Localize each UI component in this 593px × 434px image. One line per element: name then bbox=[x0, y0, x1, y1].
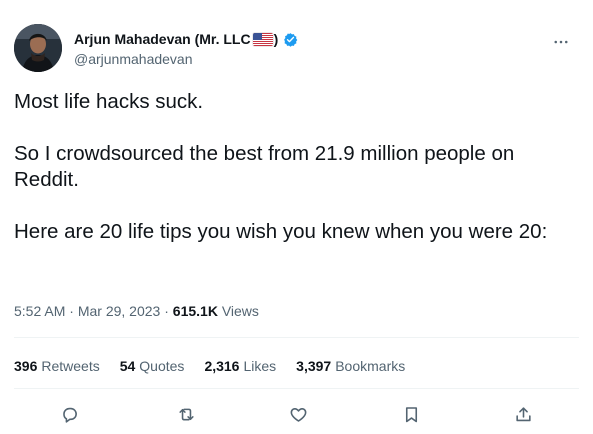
stats-top-divider bbox=[14, 337, 579, 338]
meta-separator: · bbox=[69, 303, 74, 319]
reply-button[interactable] bbox=[54, 401, 84, 427]
quotes-label: Quotes bbox=[139, 358, 185, 374]
likes-count: 2,316 bbox=[204, 358, 240, 374]
meta-separator: · bbox=[164, 303, 169, 319]
likes-stat[interactable]: 2,316 Likes bbox=[204, 358, 276, 374]
retweet-icon bbox=[178, 408, 194, 420]
tweet-text: Most life hacks suck. So I crowdsourced … bbox=[14, 89, 574, 245]
engagement-stats: 396 Retweets 54 Quotes 2,316 Likes 3,397… bbox=[14, 357, 425, 375]
tweet-card: Arjun Mahadevan (Mr. LLC ) @arjunmahadev… bbox=[0, 0, 593, 434]
us-flag-icon bbox=[252, 32, 273, 46]
bookmarks-count: 3,397 bbox=[296, 358, 332, 374]
author-name-row[interactable]: Arjun Mahadevan (Mr. LLC ) bbox=[74, 29, 298, 49]
tweet-date[interactable]: Mar 29, 2023 bbox=[78, 303, 161, 319]
retweets-label: Retweets bbox=[41, 358, 100, 374]
reply-icon bbox=[62, 407, 77, 423]
retweet-button[interactable] bbox=[171, 401, 201, 427]
retweets-count: 396 bbox=[14, 358, 38, 374]
more-options-button[interactable] bbox=[543, 24, 579, 60]
author-display-name[interactable]: Arjun Mahadevan (Mr. LLC bbox=[74, 31, 251, 47]
tweet-time[interactable]: 5:52 AM bbox=[14, 303, 65, 319]
bookmarks-label: Bookmarks bbox=[335, 358, 406, 374]
tweet-paragraph: So I crowdsourced the best from 21.9 mil… bbox=[14, 142, 515, 191]
verified-badge-icon bbox=[284, 32, 298, 47]
quotes-stat[interactable]: 54 Quotes bbox=[120, 358, 185, 374]
bookmarks-stat[interactable]: 3,397 Bookmarks bbox=[296, 358, 405, 374]
tweet-paragraph: Here are 20 life tips you wish you knew … bbox=[14, 220, 548, 243]
bookmark-icon bbox=[405, 406, 417, 422]
tweet-paragraph: Most life hacks suck. bbox=[14, 90, 204, 113]
views-label: Views bbox=[221, 303, 259, 319]
quotes-count: 54 bbox=[119, 358, 136, 374]
likes-label: Likes bbox=[243, 358, 277, 374]
views-count: 615.1K bbox=[172, 303, 218, 319]
like-button[interactable] bbox=[283, 401, 313, 427]
stats-bottom-divider bbox=[14, 388, 579, 389]
share-icon bbox=[515, 406, 531, 421]
avatar[interactable] bbox=[14, 24, 62, 72]
tweet-actions bbox=[42, 401, 554, 427]
author-handle[interactable]: @arjunmahadevan bbox=[74, 51, 298, 67]
share-button[interactable] bbox=[508, 401, 538, 427]
avatar-photo-icon bbox=[14, 24, 62, 72]
author-info: Arjun Mahadevan (Mr. LLC ) @arjunmahadev… bbox=[74, 29, 298, 73]
bookmark-button[interactable] bbox=[396, 401, 426, 427]
tweet-header: Arjun Mahadevan (Mr. LLC ) @arjunmahadev… bbox=[14, 24, 579, 76]
more-horizontal-icon bbox=[554, 40, 568, 44]
heart-icon bbox=[290, 407, 306, 422]
retweets-stat[interactable]: 396 Retweets bbox=[14, 358, 100, 374]
tweet-meta: 5:52 AM · Mar 29, 2023 · 615.1K Views bbox=[14, 303, 259, 321]
author-name-close-paren: ) bbox=[273, 31, 279, 47]
